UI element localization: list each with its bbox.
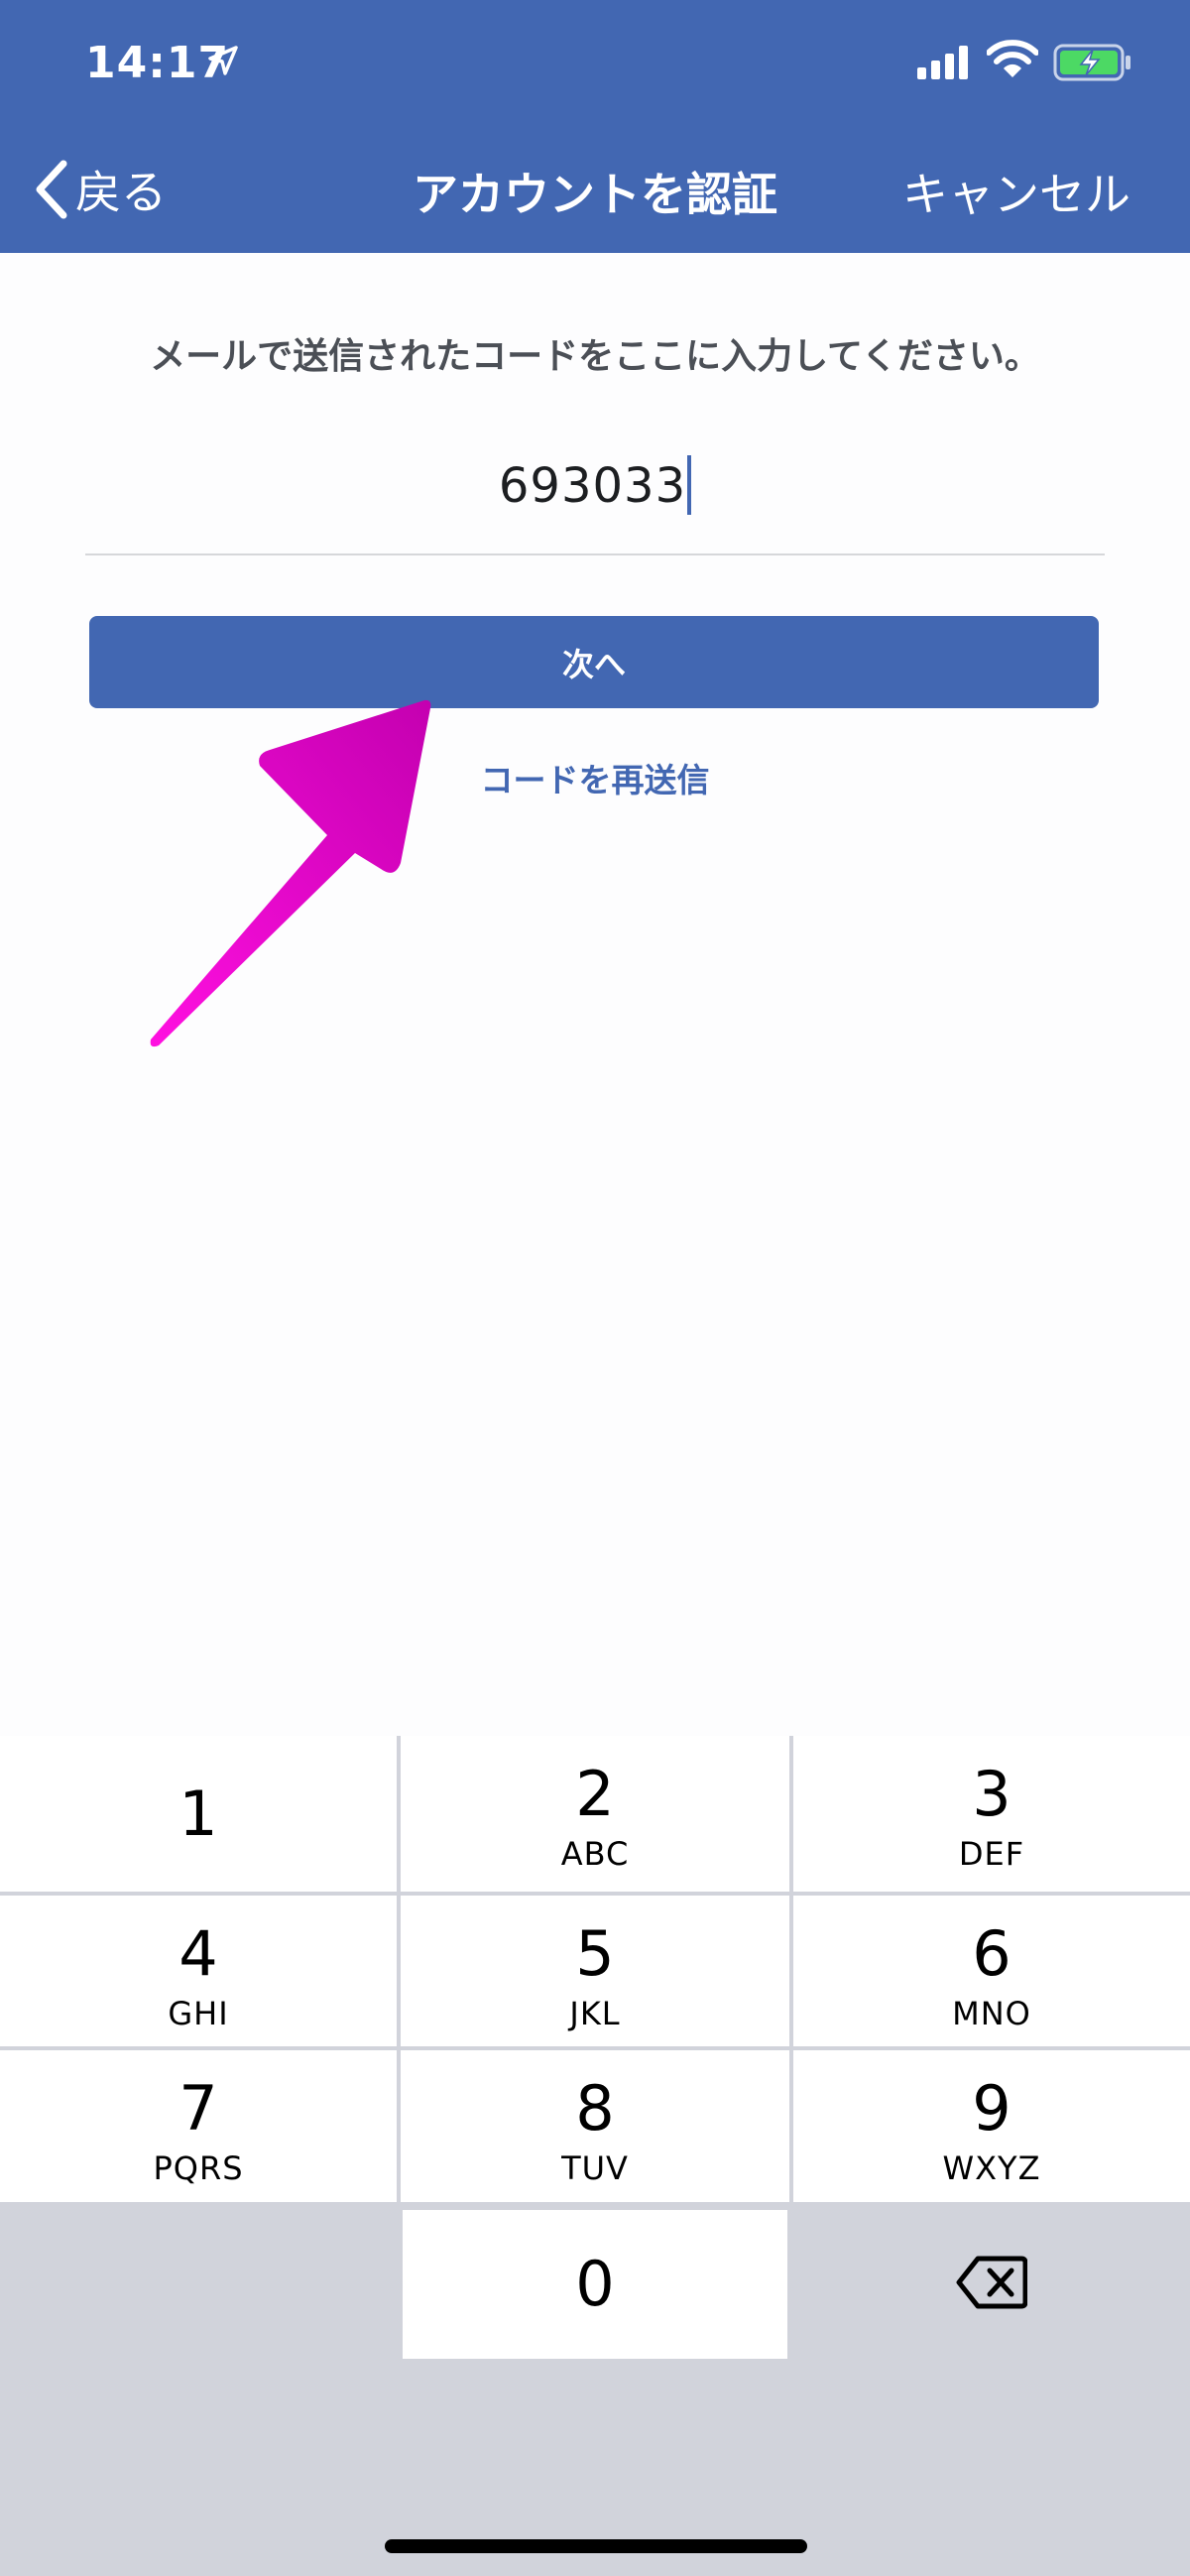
- key-6[interactable]: 6 MNO: [793, 1896, 1190, 2046]
- key-2[interactable]: 2 ABC: [401, 1736, 789, 1892]
- key-letters: GHI: [168, 1995, 229, 2032]
- key-3[interactable]: 3 DEF: [793, 1736, 1190, 1892]
- key-digit: 8: [575, 2072, 615, 2145]
- key-digit: 6: [972, 1917, 1012, 1990]
- key-digit: 9: [972, 2072, 1012, 2145]
- key-7[interactable]: 7 PQRS: [0, 2050, 397, 2202]
- key-letters: MNO: [952, 1995, 1031, 2032]
- key-blank: [0, 2206, 397, 2355]
- key-letters: PQRS: [153, 2149, 244, 2187]
- key-5[interactable]: 5 JKL: [401, 1896, 789, 2046]
- key-letters: ABC: [560, 1835, 630, 1873]
- key-8[interactable]: 8 TUV: [401, 2050, 789, 2202]
- key-digit: 1: [178, 1778, 218, 1850]
- key-digit: 5: [575, 1917, 615, 1990]
- numeric-keypad: 1 2 ABC 3 DEF 4 GHI 5 JKL 6 MNO 7 PQRS 8…: [0, 1736, 1190, 2576]
- key-1[interactable]: 1: [0, 1736, 397, 1892]
- key-letters: WXYZ: [942, 2149, 1041, 2187]
- backspace-icon: [956, 2256, 1027, 2309]
- key-digit: 0: [575, 2248, 615, 2320]
- key-4[interactable]: 4 GHI: [0, 1896, 397, 2046]
- key-digit: 7: [178, 2072, 218, 2145]
- home-indicator[interactable]: [385, 2539, 807, 2553]
- key-digit: 4: [178, 1917, 218, 1990]
- key-0[interactable]: 0: [403, 2210, 787, 2359]
- key-letters: JKL: [569, 1995, 621, 2032]
- key-digit: 2: [575, 1758, 615, 1830]
- key-9[interactable]: 9 WXYZ: [793, 2050, 1190, 2202]
- delete-key[interactable]: [793, 2206, 1190, 2359]
- annotation-arrow-icon: [150, 699, 431, 1047]
- key-digit: 3: [972, 1758, 1012, 1830]
- key-letters: TUV: [561, 2149, 629, 2187]
- key-letters: DEF: [958, 1835, 1025, 1873]
